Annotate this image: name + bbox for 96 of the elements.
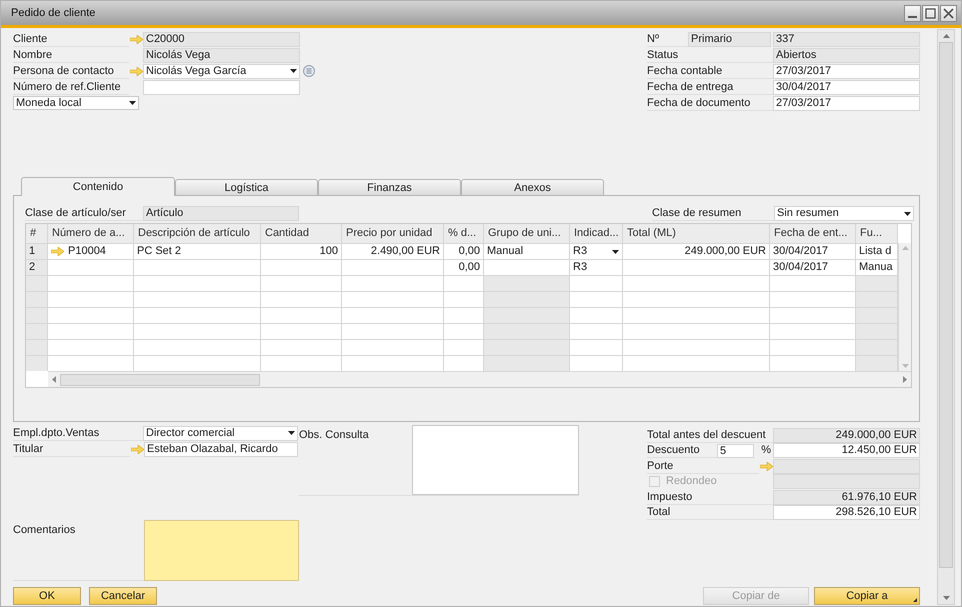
link-arrow-icon[interactable] [130,66,142,76]
column-header[interactable]: Cantidad [261,224,342,243]
checkbox-label: Redondeo [666,474,717,490]
input-field[interactable]: Nicolás Vega [143,48,300,62]
table-cell[interactable] [484,340,570,355]
table-cell[interactable]: P10004 [48,244,134,259]
action-button[interactable]: Cancelar [89,587,157,605]
input-field[interactable]: Artículo [143,206,299,221]
field-label: Cliente [13,32,129,46]
caret-icon [129,101,136,105]
readonly-field[interactable] [773,458,920,474]
currency-dropdown[interactable]: Moneda local [13,96,139,110]
caret-icon [904,212,911,216]
input-field[interactable]: 27/03/2017 [773,64,920,78]
percent-field[interactable]: 5 [717,444,754,458]
column-header[interactable]: Indicad... [570,224,623,243]
scrollbar-thumb[interactable] [60,374,260,386]
input-field[interactable]: 61.976,10 EUR [773,490,920,505]
close-icon[interactable] [940,4,957,22]
field-label: Empl.dpto.Ventas [13,426,143,440]
link-arrow-icon[interactable] [130,444,144,454]
table-cell[interactable] [856,308,898,323]
scroll-left-icon[interactable] [52,376,56,383]
scroll-up-icon[interactable] [942,34,950,38]
table-cell[interactable] [484,276,570,291]
input-field[interactable]: Esteban Olazabal, Ricardo [144,442,298,456]
list-icon[interactable] [303,65,315,77]
column-header[interactable]: # [26,224,48,243]
table-cell[interactable] [484,292,570,307]
input-field[interactable] [143,80,300,94]
window-title: Pedido de cliente [11,6,96,21]
field-label: Porte [647,458,759,474]
table-cell[interactable] [856,340,898,355]
input-field[interactable]: 337 [773,32,920,46]
column-header[interactable]: Grupo de uni... [484,224,570,243]
action-button[interactable]: Copiar a [814,587,920,605]
percent-sign: % [760,443,772,458]
column-header[interactable]: % d... [444,224,484,243]
dropdown-field[interactable]: Nicolás Vega García [143,64,300,78]
horizontal-scrollbar[interactable] [48,371,911,387]
vertical-scrollbar[interactable] [937,29,955,605]
maximize-icon[interactable] [922,4,939,22]
link-arrow-icon[interactable] [51,247,64,256]
column-header[interactable]: Descripción de artículo [134,224,261,243]
field-label: Persona de contacto [13,64,129,78]
scrollbar-thumb[interactable] [939,42,953,568]
input-field[interactable]: C20000 [143,32,300,46]
dropdown-field[interactable]: Director comercial [143,426,298,440]
input-field[interactable]: Abiertos [773,48,920,62]
remarks-field[interactable] [412,425,579,495]
table-cell[interactable] [484,324,570,339]
field-label: Obs. Consulta [299,428,370,443]
link-arrow-icon[interactable] [760,462,772,471]
field-label: Número de ref.Cliente [13,80,129,94]
corner-triangle-icon [913,598,917,602]
action-button[interactable]: OK [13,587,81,605]
caret-icon [290,69,297,73]
caret-icon [288,431,295,435]
tab[interactable]: Anexos [461,179,604,196]
table-cell[interactable] [484,356,570,371]
link-arrow-icon[interactable] [130,34,142,44]
table-cell[interactable] [856,324,898,339]
table-cell[interactable]: 30/04/2017 [770,244,856,259]
column-header[interactable]: Precio por unidad [342,224,444,243]
table-cell[interactable] [856,356,898,371]
field-label: Titular [13,442,130,456]
table-cell[interactable] [856,292,898,307]
row-number: 1 [26,244,48,259]
column-header[interactable]: Fu... [856,224,898,243]
input-field[interactable]: 12.450,00 EUR [773,443,920,458]
row-number: 2 [26,260,48,275]
input-field[interactable]: 27/03/2017 [773,96,920,110]
tab[interactable]: Logística [175,179,318,196]
table-cell[interactable] [484,308,570,323]
tab[interactable]: Finanzas [318,179,461,196]
scroll-right-icon[interactable] [903,376,907,383]
input-field[interactable]: 30/04/2017 [773,80,920,94]
vertical-scrollbar[interactable] [898,243,911,371]
readonly-field[interactable] [773,474,920,490]
column-header[interactable]: Fecha de ent... [770,224,856,243]
input-field[interactable]: 298.526,10 EUR [773,504,920,520]
scroll-up-icon[interactable] [902,246,908,250]
column-header[interactable]: Total (ML) [623,224,770,243]
table-cell[interactable]: 30/04/2017 [770,260,856,275]
minimize-icon[interactable] [904,4,921,22]
dropdown-field[interactable]: Sin resumen [774,206,914,221]
field-label: Nombre [13,48,129,62]
scroll-down-icon[interactable] [902,364,908,368]
series-field[interactable]: Primario [688,32,771,46]
caret-icon [612,250,619,254]
scroll-down-icon[interactable] [942,596,950,600]
input-field[interactable]: 249.000,00 EUR [773,428,920,444]
table-cell[interactable] [856,276,898,291]
tab[interactable]: Contenido [21,177,175,196]
column-header[interactable]: Número de a... [48,224,134,243]
comments-field[interactable] [144,520,299,581]
